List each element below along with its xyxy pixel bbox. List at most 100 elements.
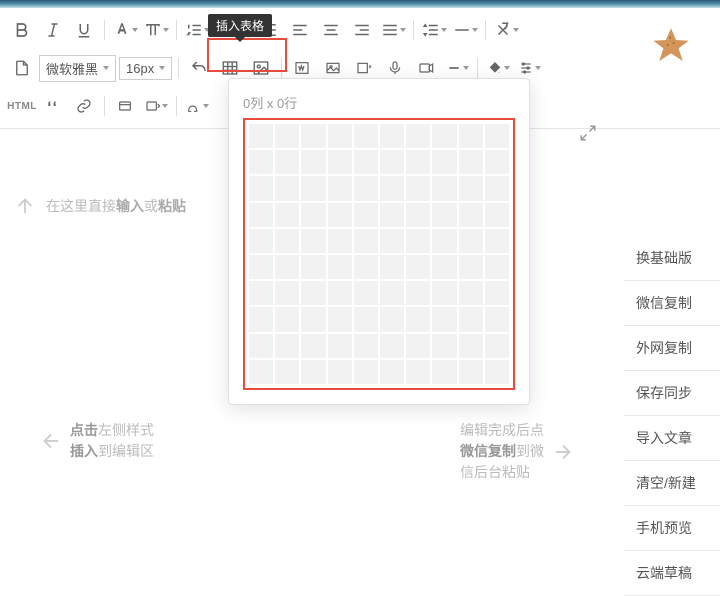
ordered-list-button[interactable]: [183, 16, 211, 44]
table-grid-cell[interactable]: [406, 360, 430, 384]
table-grid-cell[interactable]: [354, 150, 378, 174]
table-grid-cell[interactable]: [301, 281, 325, 305]
table-grid-cell[interactable]: [432, 360, 456, 384]
sidebar-item-save-sync[interactable]: 保存同步: [624, 371, 720, 416]
horizontal-rule-button[interactable]: [451, 16, 479, 44]
table-grid-cell[interactable]: [328, 360, 352, 384]
table-grid-cell[interactable]: [301, 255, 325, 279]
table-grid-cell[interactable]: [249, 307, 273, 331]
table-grid-cell[interactable]: [485, 334, 509, 358]
table-grid-cell[interactable]: [485, 150, 509, 174]
table-grid-cell[interactable]: [406, 203, 430, 227]
italic-button[interactable]: [39, 16, 67, 44]
more-card-button[interactable]: [142, 92, 170, 120]
table-grid-cell[interactable]: [459, 124, 483, 148]
table-grid-cell[interactable]: [301, 307, 325, 331]
table-grid-cell[interactable]: [275, 176, 299, 200]
table-grid-cell[interactable]: [459, 255, 483, 279]
align-justify-button[interactable]: [379, 16, 407, 44]
table-grid-cell[interactable]: [380, 360, 404, 384]
table-grid-cell[interactable]: [354, 176, 378, 200]
sidebar-item-import-article[interactable]: 导入文章: [624, 416, 720, 461]
table-grid-cell[interactable]: [249, 176, 273, 200]
table-grid-cell[interactable]: [301, 229, 325, 253]
html-button[interactable]: HTML: [8, 92, 36, 120]
table-grid-cell[interactable]: [459, 203, 483, 227]
table-grid-cell[interactable]: [406, 307, 430, 331]
table-grid-cell[interactable]: [354, 203, 378, 227]
table-grid-cell[interactable]: [249, 203, 273, 227]
table-grid-cell[interactable]: [485, 124, 509, 148]
sidebar-item-switch-basic[interactable]: 换基础版: [624, 236, 720, 281]
table-grid-cell[interactable]: [485, 176, 509, 200]
table-grid-cell[interactable]: [432, 203, 456, 227]
table-grid-cell[interactable]: [406, 150, 430, 174]
bold-button[interactable]: [8, 16, 36, 44]
table-grid-cell[interactable]: [406, 124, 430, 148]
font-size-select[interactable]: 16px: [119, 57, 172, 80]
table-grid-cell[interactable]: [406, 229, 430, 253]
table-grid-cell[interactable]: [301, 203, 325, 227]
table-grid-cell[interactable]: [380, 124, 404, 148]
table-grid-cell[interactable]: [432, 307, 456, 331]
fullscreen-button[interactable]: [574, 119, 602, 147]
table-grid-cell[interactable]: [380, 203, 404, 227]
new-doc-button[interactable]: [8, 54, 36, 82]
table-grid-cell[interactable]: [406, 334, 430, 358]
table-grid-cell[interactable]: [249, 360, 273, 384]
table-grid-cell[interactable]: [328, 150, 352, 174]
table-grid-cell[interactable]: [485, 307, 509, 331]
link-button[interactable]: [70, 92, 98, 120]
table-grid-cell[interactable]: [406, 255, 430, 279]
line-height-button[interactable]: [420, 16, 448, 44]
table-grid-cell[interactable]: [328, 307, 352, 331]
sidebar-item-clear-new[interactable]: 清空/新建: [624, 461, 720, 506]
table-grid-cell[interactable]: [354, 307, 378, 331]
card-button[interactable]: [111, 92, 139, 120]
sidebar-item-wechat-copy[interactable]: 微信复制: [624, 281, 720, 326]
align-right-button[interactable]: [348, 16, 376, 44]
table-grid-cell[interactable]: [406, 281, 430, 305]
sidebar-item-external-copy[interactable]: 外网复制: [624, 326, 720, 371]
table-grid-cell[interactable]: [275, 229, 299, 253]
table-grid-cell[interactable]: [249, 124, 273, 148]
table-grid-cell[interactable]: [485, 229, 509, 253]
table-grid-cell[interactable]: [249, 150, 273, 174]
table-grid-cell[interactable]: [275, 124, 299, 148]
table-grid-cell[interactable]: [380, 255, 404, 279]
table-grid-cell[interactable]: [354, 124, 378, 148]
table-grid-cell[interactable]: [459, 334, 483, 358]
sidebar-item-cloud-draft[interactable]: 云端草稿: [624, 551, 720, 596]
table-grid-cell[interactable]: [301, 360, 325, 384]
table-grid-cell[interactable]: [354, 360, 378, 384]
table-grid-cell[interactable]: [275, 150, 299, 174]
undo-button[interactable]: [185, 54, 213, 82]
table-grid-cell[interactable]: [485, 255, 509, 279]
table-grid-cell[interactable]: [275, 307, 299, 331]
table-grid-cell[interactable]: [328, 203, 352, 227]
special-char-button[interactable]: [183, 92, 211, 120]
table-grid-cell[interactable]: [354, 255, 378, 279]
table-grid-cell[interactable]: [301, 176, 325, 200]
table-grid-cell[interactable]: [380, 334, 404, 358]
table-grid-cell[interactable]: [432, 124, 456, 148]
table-grid-cell[interactable]: [275, 334, 299, 358]
table-grid-cell[interactable]: [432, 229, 456, 253]
quote-button[interactable]: [39, 92, 67, 120]
table-grid-cell[interactable]: [459, 229, 483, 253]
table-grid-cell[interactable]: [275, 281, 299, 305]
table-grid-cell[interactable]: [275, 255, 299, 279]
table-grid-cell[interactable]: [432, 150, 456, 174]
table-grid-cell[interactable]: [485, 203, 509, 227]
table-grid-cell[interactable]: [275, 360, 299, 384]
table-grid-cell[interactable]: [328, 124, 352, 148]
table-grid-cell[interactable]: [354, 281, 378, 305]
table-grid-cell[interactable]: [432, 255, 456, 279]
table-grid-cell[interactable]: [328, 334, 352, 358]
table-grid-cell[interactable]: [328, 281, 352, 305]
table-grid-cell[interactable]: [249, 281, 273, 305]
sidebar-item-phone-preview[interactable]: 手机预览: [624, 506, 720, 551]
table-grid-cell[interactable]: [485, 281, 509, 305]
font-color-button[interactable]: [111, 16, 139, 44]
table-grid-cell[interactable]: [432, 334, 456, 358]
